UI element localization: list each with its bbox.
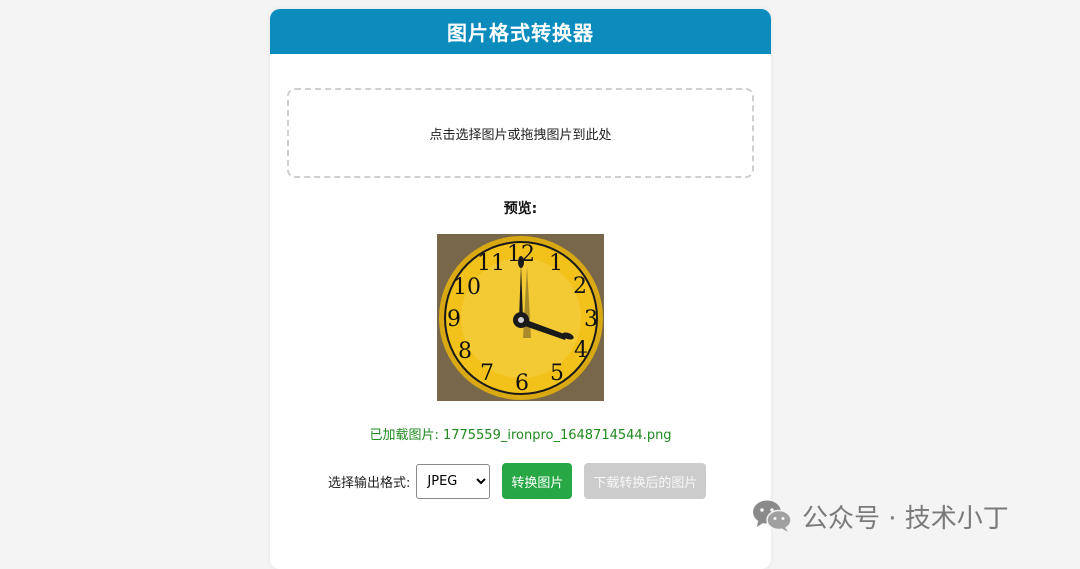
- dropzone-text: 点击选择图片或拖拽图片到此处: [429, 127, 612, 143]
- clock-number-6: 6: [515, 371, 529, 396]
- clock-number-11: 11: [477, 251, 505, 276]
- clock-number-4: 4: [574, 338, 588, 363]
- format-select[interactable]: JPEG: [416, 463, 491, 499]
- status-message: 已加载图片: 1775559_ironpro_1648714544.png: [369, 428, 672, 443]
- clock-number-2: 2: [573, 274, 587, 299]
- app-title: 图片格式转换器: [447, 21, 594, 45]
- download-button[interactable]: 下载转换后的图片: [584, 463, 707, 499]
- clock-number-7: 7: [480, 361, 494, 386]
- convert-controls: 选择输出格式: JPEG 转换图片 下载转换后的图片: [328, 463, 707, 499]
- convert-button[interactable]: 转换图片: [502, 463, 573, 499]
- preview-label: 预览:: [503, 201, 538, 217]
- clock-number-1: 1: [549, 251, 563, 276]
- clock-number-9: 9: [447, 307, 461, 332]
- image-dropzone[interactable]: 点击选择图片或拖拽图片到此处: [287, 88, 754, 178]
- wechat-icon: [753, 500, 792, 532]
- watermark: 公众号 · 技术小丁: [752, 496, 1009, 536]
- card-header: 图片格式转换器: [270, 9, 771, 54]
- clock-number-3: 3: [584, 307, 598, 332]
- clock-number-8: 8: [458, 339, 472, 364]
- watermark-text: 公众号 · 技术小丁: [802, 503, 1009, 534]
- clock-number-5: 5: [550, 361, 564, 386]
- preview-image: 12 1 2 3 4 5 6 7 8 9 10 11: [437, 234, 604, 401]
- converter-card: 图片格式转换器 点击选择图片或拖拽图片到此处 预览: 12 1 2 3 4 5 …: [270, 9, 771, 569]
- format-label: 选择输出格式:: [328, 475, 411, 491]
- clock-number-10: 10: [453, 275, 481, 300]
